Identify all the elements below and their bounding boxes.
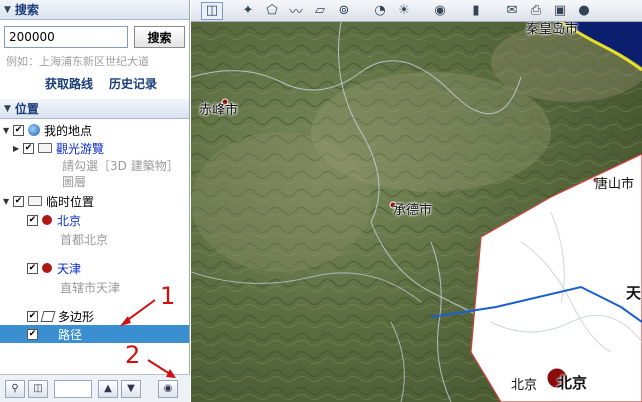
sidebar-toggle-icon[interactable]: ◫ bbox=[201, 1, 223, 20]
map-label-qinhuangdao[interactable]: 秦皇岛市 bbox=[526, 22, 578, 37]
map-label-tangshan[interactable]: 唐山市 bbox=[595, 173, 634, 192]
planets-icon[interactable]: ◉ bbox=[429, 2, 451, 20]
view-in-maps-icon[interactable]: ● bbox=[573, 2, 595, 20]
email-icon[interactable]: ✉ bbox=[501, 2, 523, 20]
ruler-icon[interactable]: ▮ bbox=[465, 2, 487, 20]
print-icon[interactable]: ⎙ bbox=[525, 2, 547, 20]
map-label-beijing[interactable]: 北京 bbox=[557, 372, 587, 393]
map-toolbar: ◫ ✦ ⬠ 〰 ▱ ⊚ ◔ ☀ ◉ ▮ ✉ ⎙ ▣ ● bbox=[191, 0, 642, 22]
record-tour-icon[interactable]: ⊚ bbox=[333, 2, 355, 20]
map-label-tianjin[interactable]: 天 bbox=[626, 282, 641, 303]
save-image-icon[interactable]: ▣ bbox=[549, 2, 571, 20]
historical-imagery-icon[interactable]: ◔ bbox=[369, 2, 391, 20]
add-placemark-icon[interactable]: ✦ bbox=[237, 2, 259, 20]
annotation-arrows bbox=[120, 299, 176, 378]
map-label-chifeng[interactable]: 赤峰市 bbox=[199, 99, 238, 118]
map-label-beijing-small[interactable]: 北京 bbox=[511, 374, 537, 393]
map-label-chengde[interactable]: 承德市 bbox=[393, 199, 432, 218]
add-polygon-icon[interactable]: ⬠ bbox=[261, 2, 283, 20]
image-overlay-icon[interactable]: ▱ bbox=[309, 2, 331, 20]
satellite-map[interactable]: 赤峰市 承德市 唐山市 秦皇岛市 天 北京 北京 bbox=[191, 22, 642, 402]
sunlight-icon[interactable]: ☀ bbox=[393, 2, 415, 20]
add-path-icon[interactable]: 〰 bbox=[285, 2, 307, 20]
